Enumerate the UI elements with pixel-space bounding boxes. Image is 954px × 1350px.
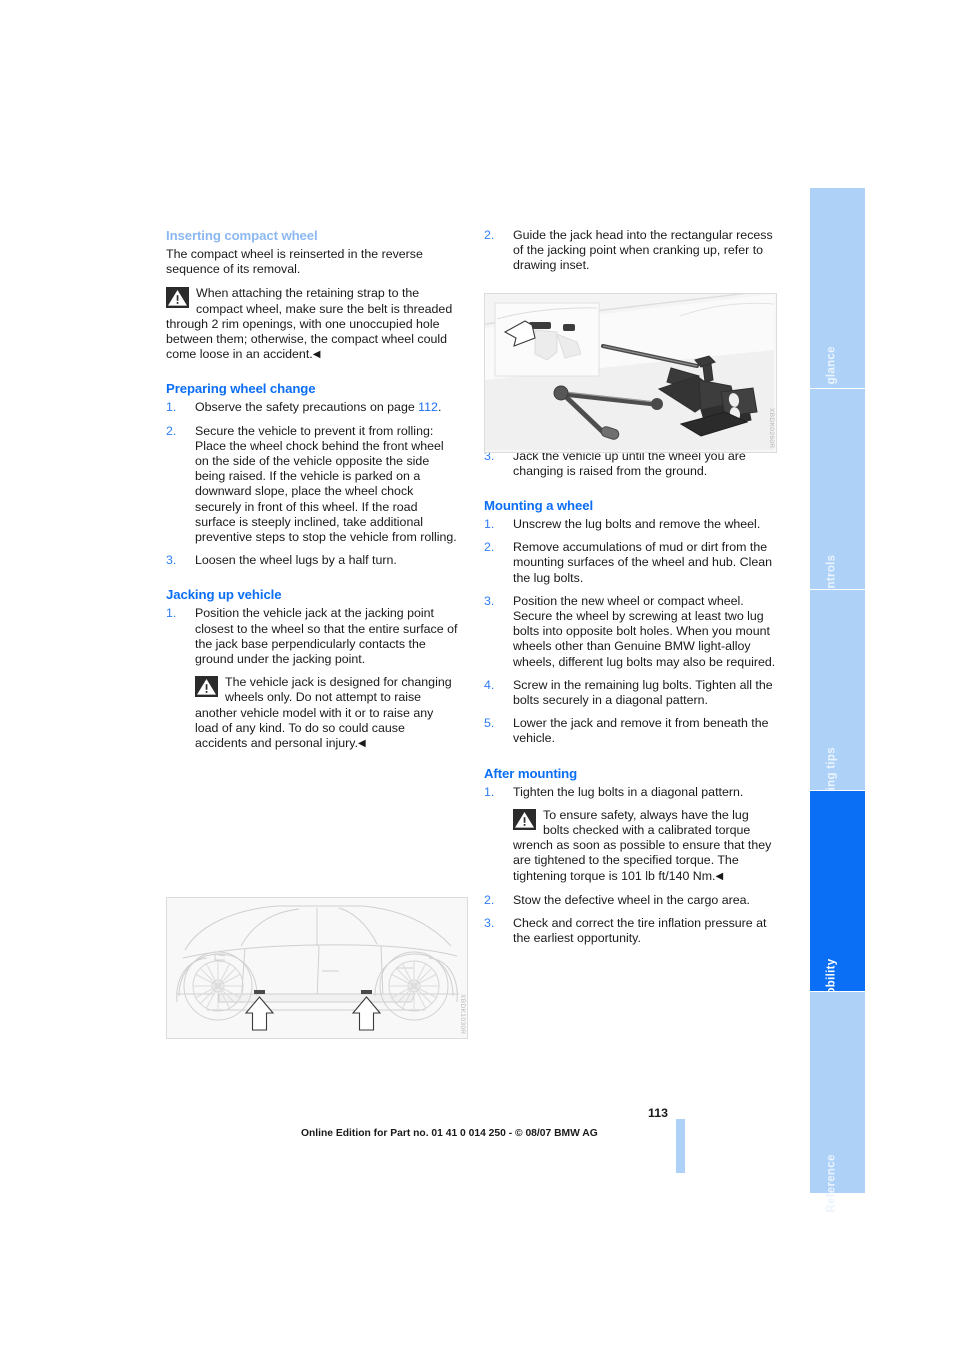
warning-note-retaining-strap: When attaching the retaining strap to th… xyxy=(166,286,459,362)
step-text: Observe the safety precautions on page xyxy=(195,400,419,415)
manual-page: At a glance Controls Driving tips Mobili… xyxy=(0,0,954,1350)
steps-jacking-up-vehicle: 1. Position the vehicle jack at the jack… xyxy=(166,606,459,667)
section-heading-jacking-up-vehicle: Jacking up vehicle xyxy=(166,587,282,603)
warning-end-mark: ◀ xyxy=(715,870,724,882)
chapter-tab-reference[interactable]: Reference xyxy=(810,992,865,1212)
warning-note-torque-wrench: To ensure safety, always have the lug bo… xyxy=(513,808,777,884)
step-text-tail: . xyxy=(437,400,442,415)
list-item: 2. Secure the vehicle to prevent it from… xyxy=(166,424,459,546)
step-text: Lower the jack and remove it from beneat… xyxy=(513,716,769,746)
list-item: 1. Unscrew the lug bolts and remove the … xyxy=(484,517,777,532)
step-number: 4. xyxy=(484,677,495,692)
list-item: 2. Guide the jack head into the rectangu… xyxy=(484,228,777,274)
list-item: 3. Position the new wheel or compact whe… xyxy=(484,594,777,670)
chapter-tab-strip: At a glance Controls Driving tips Mobili… xyxy=(810,188,865,1212)
step-number: 3. xyxy=(166,553,177,568)
warning-end-mark: ◀ xyxy=(358,738,366,750)
steps-jacking-continued: 2. Guide the jack head into the rectangu… xyxy=(484,228,777,274)
list-item: 5. Lower the jack and remove it from ben… xyxy=(484,716,777,746)
warning-triangle-icon xyxy=(195,676,218,698)
figure-code: XBDK1030R xyxy=(459,993,466,1034)
step-text: Screw in the remaining lug bolts. Tighte… xyxy=(513,677,773,708)
step-number: 1. xyxy=(484,784,495,799)
step-text: Remove accumulations of mud or dirt from… xyxy=(513,540,772,585)
section-heading-preparing-wheel-change: Preparing wheel change xyxy=(166,381,316,397)
step-number: 3. xyxy=(484,916,495,931)
step-number: 5. xyxy=(484,716,495,731)
footer-note: Online Edition for Part no. 01 41 0 014 … xyxy=(301,1128,598,1139)
step-text: Loosen the wheel lugs by a half turn. xyxy=(195,553,397,568)
warning-note-text: When attaching the retaining strap to th… xyxy=(166,286,453,362)
warning-end-mark: ◀ xyxy=(312,349,321,361)
step-number: 2. xyxy=(484,892,495,907)
steps-jacking-after-figure: 3. Jack the vehicle up until the wheel y… xyxy=(484,449,777,479)
warning-note-text: To ensure safety, always have the lug bo… xyxy=(513,807,772,883)
list-item: 1. Tighten the lug bolts in a diagonal p… xyxy=(484,785,777,800)
step-text: Secure the vehicle to prevent it from ro… xyxy=(195,423,457,545)
list-item: 4. Screw in the remaining lug bolts. Tig… xyxy=(484,678,777,708)
warning-triangle-icon xyxy=(166,287,189,309)
warning-note-text: The vehicle jack is designed for changin… xyxy=(195,675,452,751)
list-item: 3. Jack the vehicle up until the wheel y… xyxy=(484,449,777,479)
step-number: 1. xyxy=(166,400,177,415)
step-text: Tighten the lug bolts in a diagonal patt… xyxy=(513,784,744,799)
step-text: Position the vehicle jack at the jacking… xyxy=(195,606,458,667)
section-heading-mounting-a-wheel: Mounting a wheel xyxy=(484,498,594,514)
warning-note-vehicle-jack-use: The vehicle jack is designed for changin… xyxy=(195,675,459,751)
list-item: 1. Position the vehicle jack at the jack… xyxy=(166,606,459,667)
chapter-tab-at-a-glance[interactable]: At a glance xyxy=(810,188,865,410)
steps-mounting-a-wheel: 1. Unscrew the lug bolts and remove the … xyxy=(484,517,777,747)
list-item: 3. Check and correct the tire inflation … xyxy=(484,916,777,946)
left-column: Inserting compact wheel The compact whee… xyxy=(166,228,459,760)
chapter-tab-label: Reference xyxy=(825,1153,837,1213)
vehicle-jack-illustration: XBDK0260R xyxy=(484,293,777,453)
step-text: Guide the jack head into the rectangular… xyxy=(513,228,773,273)
paragraph-compact-wheel-reinsert: The compact wheel is reinserted in the r… xyxy=(166,247,423,277)
figure-code: XBDK0260R xyxy=(768,407,775,448)
step-text: Stow the defective wheel in the cargo ar… xyxy=(513,892,750,907)
step-number: 2. xyxy=(484,228,495,242)
step-number: 1. xyxy=(166,606,177,621)
step-number: 3. xyxy=(484,593,495,608)
steps-preparing-wheel-change: 1. Observe the safety precautions on pag… xyxy=(166,400,459,568)
vehicle-side-view-jacking-points-illustration: XBDK1030R xyxy=(166,897,468,1039)
page-xref-112[interactable]: 112 xyxy=(418,400,438,414)
list-item: 2. Remove accumulations of mud or dirt f… xyxy=(484,540,777,586)
step-number: 2. xyxy=(166,423,177,438)
list-item: 3. Loosen the wheel lugs by a half turn. xyxy=(166,553,459,568)
page-number: 113 xyxy=(648,1106,668,1120)
step-text: Check and correct the tire inflation pre… xyxy=(513,916,767,946)
chapter-tab-controls[interactable]: Controls xyxy=(810,389,865,604)
chapter-tab-mobility[interactable]: Mobility xyxy=(810,791,865,1004)
section-heading-after-mounting: After mounting xyxy=(484,765,578,781)
steps-after-mounting-first: 1. Tighten the lug bolts in a diagonal p… xyxy=(484,785,777,800)
step-text: Position the new wheel or compact wheel.… xyxy=(513,593,776,669)
chapter-tab-driving-tips[interactable]: Driving tips xyxy=(810,590,865,813)
step-text: Unscrew the lug bolts and remove the whe… xyxy=(513,517,761,532)
warning-triangle-icon xyxy=(513,808,536,830)
section-heading-inserting-compact-wheel: Inserting compact wheel xyxy=(166,228,318,243)
step-number: 1. xyxy=(484,517,495,532)
list-item: 1. Observe the safety precautions on pag… xyxy=(166,400,459,415)
list-item: 2. Stow the defective wheel in the cargo… xyxy=(484,893,777,908)
steps-after-mounting-rest: 2. Stow the defective wheel in the cargo… xyxy=(484,893,777,947)
step-number: 2. xyxy=(484,540,495,555)
footer-accent-bar xyxy=(676,1119,685,1173)
